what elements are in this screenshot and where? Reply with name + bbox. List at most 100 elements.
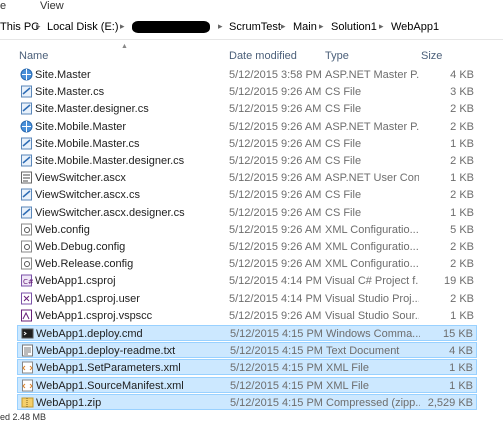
file-type: ASP.NET User Con...	[325, 172, 419, 185]
file-row[interactable]: WebApp1.SourceManifest.xml 5/12/2015 4:15…	[17, 376, 477, 393]
user-control-icon	[20, 171, 33, 184]
chevron-right-icon[interactable]: ▸	[218, 21, 223, 32]
file-name: Site.Master	[35, 69, 91, 81]
file-size: 2 KB	[450, 103, 474, 116]
breadcrumb-webapp1[interactable]: WebApp1	[391, 21, 439, 33]
file-date-modified: 5/12/2015 9:26 AM	[229, 120, 322, 133]
column-header-name[interactable]: Name	[19, 50, 48, 62]
file-row[interactable]: Site.Mobile.Master 5/12/2015 9:26 AM ASP.N…	[17, 119, 477, 135]
file-row[interactable]: ViewSwitcher.ascx.cs 5/12/2015 9:26 AM CS …	[17, 187, 477, 203]
breadcrumb-this-pc[interactable]: This PC	[0, 21, 39, 33]
config-file-icon	[20, 257, 33, 270]
file-size: 19 KB	[444, 275, 474, 288]
file-row[interactable]: ViewSwitcher.ascx.designer.cs 5/12/2015 9…	[17, 205, 477, 221]
file-name: WebApp1.csproj.user	[35, 292, 140, 305]
breadcrumb-main[interactable]: Main	[293, 21, 317, 33]
file-size: 3 KB	[450, 86, 474, 99]
file-type: XML Configuratio...	[325, 258, 419, 271]
file-type: ASP.NET Master P...	[325, 120, 419, 133]
breadcrumb-scrumtest[interactable]: ScrumTest	[229, 21, 281, 33]
chevron-right-icon[interactable]: ▸	[319, 21, 324, 32]
file-name: Site.Master.designer.cs	[35, 103, 149, 116]
file-type: Windows Comma...	[326, 328, 420, 340]
file-name: Site.Mobile.Master.designer.cs	[35, 155, 185, 167]
menu-item-edit[interactable]: e	[0, 0, 6, 12]
file-size: 2 KB	[450, 258, 474, 271]
file-row[interactable]: Site.Master.designer.cs 5/12/2015 9:26 AM…	[17, 101, 477, 117]
file-date-modified: 5/12/2015 4:15 PM	[230, 396, 323, 409]
config-file-icon	[20, 223, 33, 236]
aspnet-master-icon	[20, 120, 33, 133]
file-date-modified: 5/12/2015 9:26 AM	[229, 86, 322, 99]
file-date-modified: 5/12/2015 9:26 AM	[229, 223, 322, 236]
file-row[interactable]: ViewSwitcher.ascx 5/12/2015 9:26 AM ASP.NE…	[17, 170, 477, 186]
vs-source-icon	[20, 309, 33, 322]
file-type: CS File	[325, 137, 362, 150]
file-type: Visual Studio Sour...	[325, 309, 419, 322]
status-bar: ed 2.48 MB	[0, 412, 503, 422]
file-type: XML File	[326, 362, 369, 375]
file-type: XML Configuratio...	[325, 241, 419, 253]
file-row[interactable]: Web.Debug.config 5/12/2015 9:26 AM XML Con…	[17, 239, 477, 255]
cs-file-icon	[20, 85, 33, 98]
file-type: ASP.NET Master P...	[325, 69, 419, 81]
file-size: 1 KB	[450, 172, 474, 185]
file-row[interactable]: WebApp1.zip 5/12/2015 4:15 PM Compressed (…	[17, 393, 477, 410]
file-row[interactable]: WebApp1.SetParameters.xml 5/12/2015 4:15 …	[17, 359, 477, 376]
chevron-right-icon[interactable]: ▸	[36, 21, 41, 32]
file-name: Site.Mobile.Master.cs	[35, 137, 140, 150]
file-type: CS File	[325, 103, 362, 116]
file-size: 1 KB	[450, 309, 474, 322]
file-row[interactable]: WebApp1.csproj.user 5/12/2015 4:14 PM Visu…	[17, 291, 477, 307]
file-size: 15 KB	[443, 328, 473, 340]
menu-bar: e View	[0, 0, 503, 14]
file-name: Web.config	[35, 223, 90, 236]
column-divider[interactable]	[477, 41, 503, 65]
menu-item-view[interactable]: View	[40, 0, 64, 12]
file-row[interactable]: Site.Mobile.Master.cs 5/12/2015 9:26 AM CS…	[17, 136, 477, 152]
file-row[interactable]: Site.Master 5/12/2015 3:58 PM ASP.NET Mast…	[17, 67, 477, 83]
cs-file-icon	[20, 102, 33, 115]
redacted-folder	[132, 21, 210, 33]
file-type: XML File	[326, 379, 369, 392]
file-size: 2 KB	[450, 120, 474, 133]
zip-file-icon	[21, 396, 34, 409]
file-row[interactable]: Web.Release.config 5/12/2015 9:26 AM XML C…	[17, 256, 477, 272]
file-row[interactable]: Web.config 5/12/2015 9:26 AM XML Configura…	[17, 222, 477, 238]
file-row[interactable]: Site.Master.cs 5/12/2015 9:26 AM CS File 3 …	[17, 84, 477, 100]
breadcrumb-solution1[interactable]: Solution1	[331, 21, 377, 33]
file-row[interactable]: Site.Mobile.Master.designer.cs 5/12/2015 …	[17, 153, 477, 169]
chevron-right-icon[interactable]: ▸	[379, 21, 384, 32]
file-size: 2 KB	[450, 189, 474, 202]
chevron-right-icon[interactable]: ▸	[281, 21, 286, 32]
file-size: 1 KB	[450, 137, 474, 150]
file-size: 4 KB	[450, 69, 474, 81]
file-size: 5 KB	[450, 223, 474, 236]
file-row[interactable]: C# WebApp1.csproj 5/12/2015 4:14 PM Visual …	[17, 273, 477, 289]
file-type: CS File	[325, 86, 362, 99]
file-date-modified: 5/12/2015 4:14 PM	[229, 275, 322, 288]
breadcrumb-local-disk[interactable]: Local Disk (E:)	[47, 21, 119, 33]
csproj-icon: C#	[20, 274, 34, 287]
file-name: WebApp1.zip	[36, 396, 102, 409]
cs-file-icon	[20, 154, 33, 167]
xml-file-icon	[21, 361, 34, 374]
address-bar[interactable]: This PC ▸ Local Disk (E:) ▸ ▸ ScrumTest …	[0, 15, 503, 40]
file-name: ViewSwitcher.ascx	[35, 172, 126, 185]
cs-file-icon	[20, 206, 33, 219]
vs-project-icon	[20, 292, 33, 305]
file-date-modified: 5/12/2015 9:26 AM	[229, 137, 322, 150]
file-row[interactable]: WebApp1.csproj.vspscc 5/12/2015 9:26 AM Vi…	[17, 308, 477, 324]
file-date-modified: 5/12/2015 9:26 AM	[229, 241, 322, 253]
config-file-icon	[20, 240, 33, 253]
file-name: ViewSwitcher.ascx.designer.cs	[35, 206, 185, 219]
file-row[interactable]: WebApp1.deploy.cmd 5/12/2015 4:15 PM Windo…	[17, 325, 477, 341]
file-list: Site.Master 5/12/2015 3:58 PM ASP.NET Mast…	[0, 64, 503, 412]
chevron-right-icon[interactable]: ▸	[120, 21, 125, 32]
file-row[interactable]: WebApp1.deploy-readme.txt 5/12/2015 4:15 …	[17, 342, 477, 359]
file-date-modified: 5/12/2015 9:26 AM	[229, 309, 322, 322]
file-type: Visual Studio Proj...	[325, 292, 419, 305]
file-type: Compressed (zipp...	[326, 396, 420, 409]
file-date-modified: 5/12/2015 4:15 PM	[230, 328, 323, 340]
file-size: 4 KB	[449, 345, 473, 358]
